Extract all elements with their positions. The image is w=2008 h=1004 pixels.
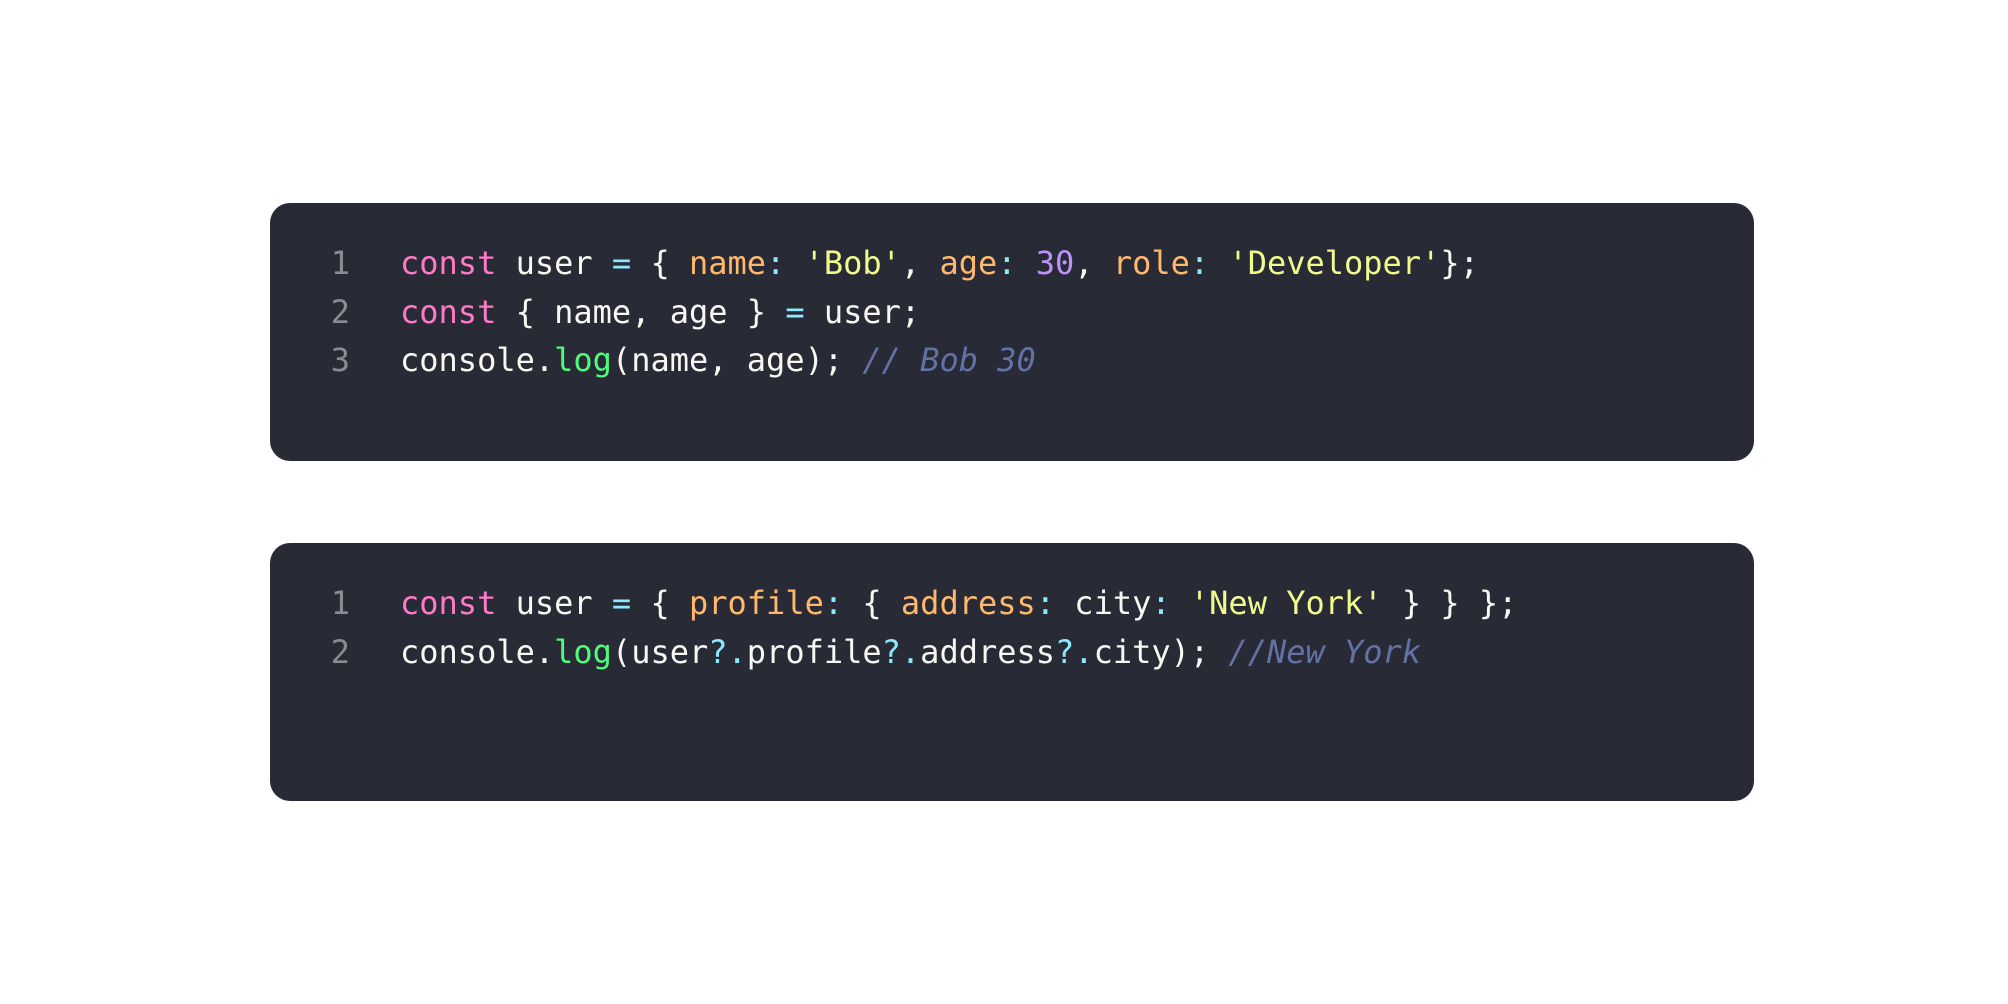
code-token-plain: { <box>631 584 689 622</box>
line-number: 1 <box>330 244 350 282</box>
code-token-plain: } } }; <box>1382 584 1518 622</box>
code-token-operator: : <box>997 244 1017 282</box>
code-token-operator: = <box>611 584 632 622</box>
code-token-plain: city); <box>1093 632 1229 671</box>
code-token-operator: = <box>611 244 632 282</box>
line-content: console.log(user?.profile?.address?.city… <box>400 628 1421 677</box>
code-token-operator: : <box>823 584 844 622</box>
code-token-plain: { <box>631 244 689 282</box>
code-token-plain: user; <box>804 292 921 331</box>
code-token-function: log <box>554 632 612 671</box>
code-token-plain: city <box>1055 584 1152 622</box>
code-token-plain: user <box>496 584 612 622</box>
code-line: 1 const user = { profile: { address: city… <box>270 579 1754 628</box>
code-token-plain: }; <box>1440 244 1479 282</box>
code-token-property: role <box>1112 244 1190 282</box>
line-number: 3 <box>330 341 350 379</box>
line-number: 2 <box>330 632 350 671</box>
code-token-property: profile <box>688 584 824 622</box>
code-token-operator: : <box>1151 584 1171 622</box>
code-token-operator: ?. <box>1055 632 1094 671</box>
code-token-property: age <box>939 244 998 282</box>
code-token-plain: { name, age } <box>496 292 786 331</box>
code-token-plain: , <box>900 244 940 282</box>
code-line: 1 const user = { name: 'Bob', age: 30, ro… <box>270 239 1754 288</box>
code-line: 3 console.log(name, age); // Bob 30 <box>270 336 1754 385</box>
code-token-keyword: const <box>400 292 497 331</box>
code-token-plain: console. <box>400 632 555 671</box>
line-number: 1 <box>330 584 350 622</box>
line-number: 2 <box>330 292 350 331</box>
code-block-destructuring: 1 const user = { name: 'Bob', age: 30, ro… <box>270 203 1754 461</box>
code-token-number: 30 <box>1035 244 1075 282</box>
code-token-plain: address <box>920 632 1056 671</box>
code-token-comment: //New York <box>1228 632 1422 671</box>
code-token-string: 'Developer' <box>1228 244 1441 282</box>
code-block-optional-chaining: 1 const user = { profile: { address: city… <box>270 543 1754 801</box>
code-token-keyword: const <box>400 244 497 282</box>
code-line: 2 console.log(user?.profile?.address?.cit… <box>270 628 1754 677</box>
code-token-function: log <box>554 341 612 379</box>
code-token-plain: user <box>496 244 612 282</box>
line-content: const { name, age } = user; <box>400 288 920 337</box>
code-token-operator: : <box>1035 584 1056 622</box>
code-token-operator: : <box>766 244 786 282</box>
code-token-plain: profile <box>746 632 882 671</box>
code-token-plain: , <box>1074 244 1113 282</box>
line-content: console.log(name, age); // Bob 30 <box>400 336 1036 385</box>
code-token-operator: ?. <box>708 632 747 671</box>
code-token-property: name <box>688 244 767 282</box>
code-token-plain: (name, age); <box>611 341 863 379</box>
code-token-string: 'New York' <box>1189 584 1383 622</box>
code-token-operator: ?. <box>881 632 921 671</box>
code-token-keyword: const <box>400 584 497 622</box>
code-token-property: address <box>900 584 1036 622</box>
code-token-plain: (user <box>611 632 709 671</box>
code-token-operator: = <box>785 292 805 331</box>
code-token-operator: : <box>1189 244 1210 282</box>
code-line: 2 const { name, age } = user; <box>270 288 1754 337</box>
code-token-comment: // Bob 30 <box>862 341 1036 379</box>
line-content: const user = { profile: { address: city:… <box>400 579 1517 628</box>
code-token-plain: console. <box>400 341 555 379</box>
code-token-string: 'Bob' <box>804 244 901 282</box>
line-content: const user = { name: 'Bob', age: 30, rol… <box>400 239 1479 288</box>
code-token-plain: { <box>843 584 901 622</box>
